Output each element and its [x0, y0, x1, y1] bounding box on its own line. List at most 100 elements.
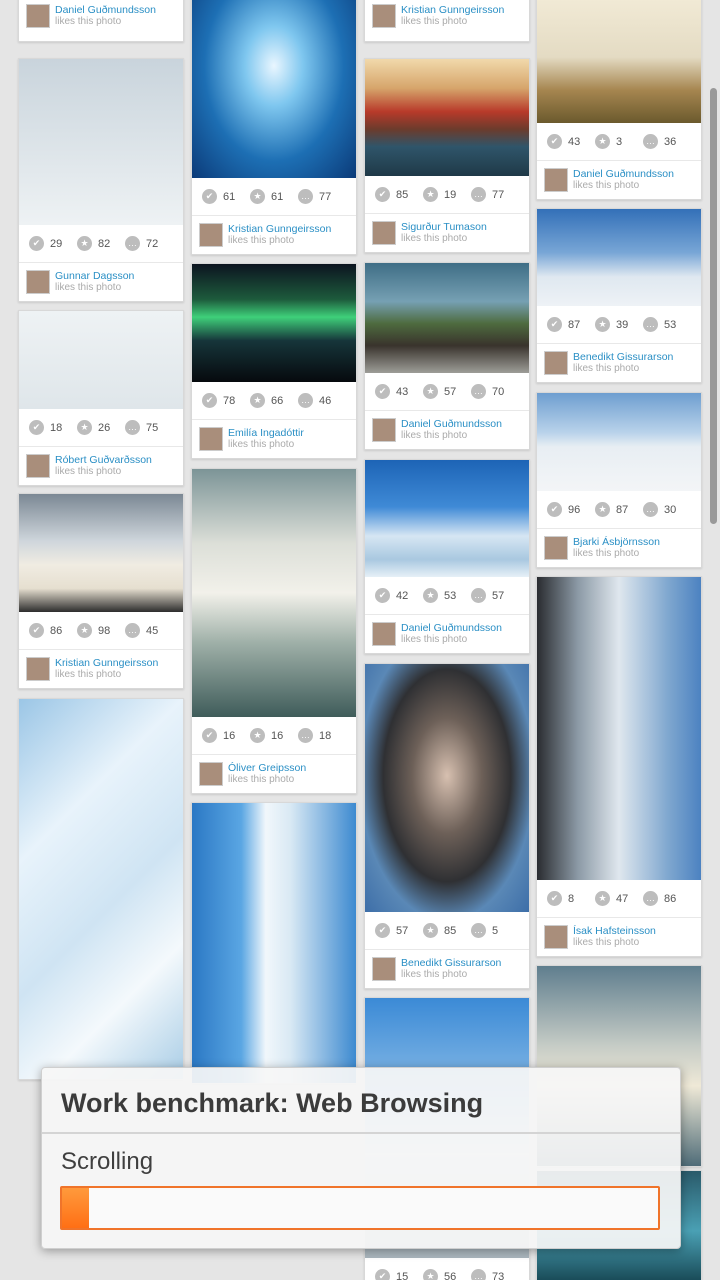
- photo-card[interactable]: ✔ 43 ★ 57 … 70 Daniel Guðmundsson likes this ph…: [364, 262, 530, 450]
- avatar[interactable]: [199, 427, 223, 451]
- comment-stat[interactable]: … 30: [643, 502, 691, 517]
- comment-stat[interactable]: … 77: [471, 187, 519, 202]
- thumbs-up-icon[interactable]: ✔: [547, 502, 562, 517]
- like-stat[interactable]: ✔ 29: [29, 236, 77, 251]
- thumbs-up-icon[interactable]: ✔: [375, 1269, 390, 1280]
- user-name-link[interactable]: Benedikt Gissurarson: [573, 351, 673, 363]
- comment-stat[interactable]: … 86: [643, 891, 691, 906]
- comment-stat[interactable]: … 70: [471, 384, 519, 399]
- comment-bubble-icon[interactable]: …: [298, 728, 313, 743]
- thumbs-up-icon[interactable]: ✔: [375, 384, 390, 399]
- avatar[interactable]: [544, 536, 568, 560]
- photo-card[interactable]: ✔ 8 ★ 47… 86 Ísak Hafsteinsson likes this phot…: [536, 576, 702, 957]
- user-row[interactable]: Kristian Gunngeirsson likes this photo: [19, 650, 183, 688]
- photo-card[interactable]: [18, 698, 184, 1080]
- star-icon[interactable]: ★: [423, 1269, 438, 1280]
- photo-image[interactable]: [365, 664, 529, 912]
- user-row[interactable]: Róbert Guðvarðsson likes this photo: [19, 447, 183, 485]
- thumbs-up-icon[interactable]: ✔: [29, 420, 44, 435]
- thumbs-up-icon[interactable]: ✔: [375, 187, 390, 202]
- user-name-link[interactable]: Daniel Guðmundsson: [55, 4, 156, 16]
- comment-bubble-icon[interactable]: …: [125, 623, 140, 638]
- photo-image[interactable]: [192, 0, 356, 178]
- avatar[interactable]: [26, 4, 50, 28]
- photo-card[interactable]: ✔ 86 ★ 98 … 45 Kristian Gunngeirsson likes this…: [18, 493, 184, 689]
- thumbs-up-icon[interactable]: ✔: [547, 891, 562, 906]
- comment-stat[interactable]: … 53: [643, 317, 691, 332]
- favorite-stat[interactable]: ★ 87: [595, 502, 643, 517]
- avatar[interactable]: [372, 221, 396, 245]
- thumbs-up-icon[interactable]: ✔: [375, 588, 390, 603]
- star-icon[interactable]: ★: [423, 187, 438, 202]
- avatar[interactable]: [199, 223, 223, 247]
- favorite-stat[interactable]: ★ 19: [423, 187, 471, 202]
- comment-stat[interactable]: … 46: [298, 393, 346, 408]
- comment-bubble-icon[interactable]: …: [298, 189, 313, 204]
- comment-stat[interactable]: … 57: [471, 588, 519, 603]
- photo-image[interactable]: [192, 803, 356, 1083]
- comment-bubble-icon[interactable]: …: [471, 588, 486, 603]
- thumbs-up-icon[interactable]: ✔: [29, 623, 44, 638]
- photo-image[interactable]: [192, 264, 356, 382]
- like-stat[interactable]: ✔ 42: [375, 588, 423, 603]
- favorite-stat[interactable]: ★ 56: [423, 1269, 471, 1280]
- user-name-link[interactable]: Bjarki Ásbjörnsson: [573, 536, 660, 548]
- photo-image[interactable]: [537, 209, 701, 306]
- comment-stat[interactable]: … 75: [125, 420, 173, 435]
- like-stat[interactable]: ✔ 18: [29, 420, 77, 435]
- like-stat[interactable]: ✔ 61: [202, 189, 250, 204]
- photo-card[interactable]: ✔ 29 ★ 82 … 72 Gunnar Dagsson likes this photo: [18, 58, 184, 302]
- comment-bubble-icon[interactable]: …: [643, 502, 658, 517]
- user-name-link[interactable]: Róbert Guðvarðsson: [55, 454, 152, 466]
- thumbs-up-icon[interactable]: ✔: [547, 317, 562, 332]
- photo-image[interactable]: [19, 699, 183, 1079]
- like-stat[interactable]: ✔ 57: [375, 923, 423, 938]
- like-stat[interactable]: ✔ 15: [375, 1269, 423, 1280]
- star-icon[interactable]: ★: [77, 623, 92, 638]
- favorite-stat[interactable]: ★ 82: [77, 236, 125, 251]
- comment-stat[interactable]: … 73: [471, 1269, 519, 1280]
- like-stat[interactable]: ✔ 16: [202, 728, 250, 743]
- star-icon[interactable]: ★: [250, 189, 265, 204]
- comment-bubble-icon[interactable]: …: [471, 187, 486, 202]
- avatar[interactable]: [372, 622, 396, 646]
- user-name-link[interactable]: Daniel Guðmundsson: [573, 168, 674, 180]
- favorite-stat[interactable]: ★ 66: [250, 393, 298, 408]
- photo-card[interactable]: ✔ 57 ★ 85… 5 Benedikt Gissurarson likes this p…: [364, 663, 530, 989]
- comment-stat[interactable]: … 77: [298, 189, 346, 204]
- thumbs-up-icon[interactable]: ✔: [202, 189, 217, 204]
- avatar[interactable]: [26, 657, 50, 681]
- user-row[interactable]: Ísak Hafsteinsson likes this photo: [537, 918, 701, 956]
- photo-image[interactable]: [365, 460, 529, 577]
- favorite-stat[interactable]: ★ 98: [77, 623, 125, 638]
- user-name-link[interactable]: Emilía Ingadóttir: [228, 427, 304, 439]
- favorite-stat[interactable]: ★ 85: [423, 923, 471, 938]
- user-row[interactable]: Bjarki Ásbjörnsson likes this photo: [537, 529, 701, 567]
- user-row[interactable]: Daniel Guðmundsson likes this photo: [537, 161, 701, 199]
- star-icon[interactable]: ★: [595, 317, 610, 332]
- star-icon[interactable]: ★: [77, 236, 92, 251]
- star-icon[interactable]: ★: [595, 502, 610, 517]
- like-stat[interactable]: ✔ 86: [29, 623, 77, 638]
- avatar[interactable]: [199, 762, 223, 786]
- user-row[interactable]: Kristian Gunngeirsson likes this photo: [365, 0, 529, 41]
- like-stat[interactable]: ✔ 78: [202, 393, 250, 408]
- user-row[interactable]: Benedikt Gissurarson likes this photo: [537, 344, 701, 382]
- favorite-stat[interactable]: ★ 61: [250, 189, 298, 204]
- favorite-stat[interactable]: ★ 53: [423, 588, 471, 603]
- photo-card[interactable]: ✔ 87 ★ 39 … 53 Benedikt Gissurarson likes this …: [536, 208, 702, 383]
- photo-image[interactable]: [365, 263, 529, 373]
- user-row[interactable]: Daniel Guðmundsson likes this photo: [365, 411, 529, 449]
- photo-card[interactable]: ✔ 78 ★ 66 … 46 Emilía Ingadóttir likes this pho…: [191, 263, 357, 459]
- user-name-link[interactable]: Kristian Gunngeirsson: [401, 4, 504, 16]
- comment-stat[interactable]: … 36: [643, 134, 691, 149]
- photo-card[interactable]: ✔ 16 ★ 16 … 18 Óliver Greipsson likes this phot…: [191, 468, 357, 794]
- avatar[interactable]: [26, 270, 50, 294]
- avatar[interactable]: [372, 957, 396, 981]
- photo-card[interactable]: ✔ 85 ★ 19 … 77 Sigurður Tumason likes this phot…: [364, 58, 530, 253]
- user-row[interactable]: Sigurður Tumason likes this photo: [365, 214, 529, 252]
- comment-bubble-icon[interactable]: …: [125, 420, 140, 435]
- comment-stat[interactable]: … 72: [125, 236, 173, 251]
- like-stat[interactable]: ✔ 87: [547, 317, 595, 332]
- comment-bubble-icon[interactable]: …: [643, 134, 658, 149]
